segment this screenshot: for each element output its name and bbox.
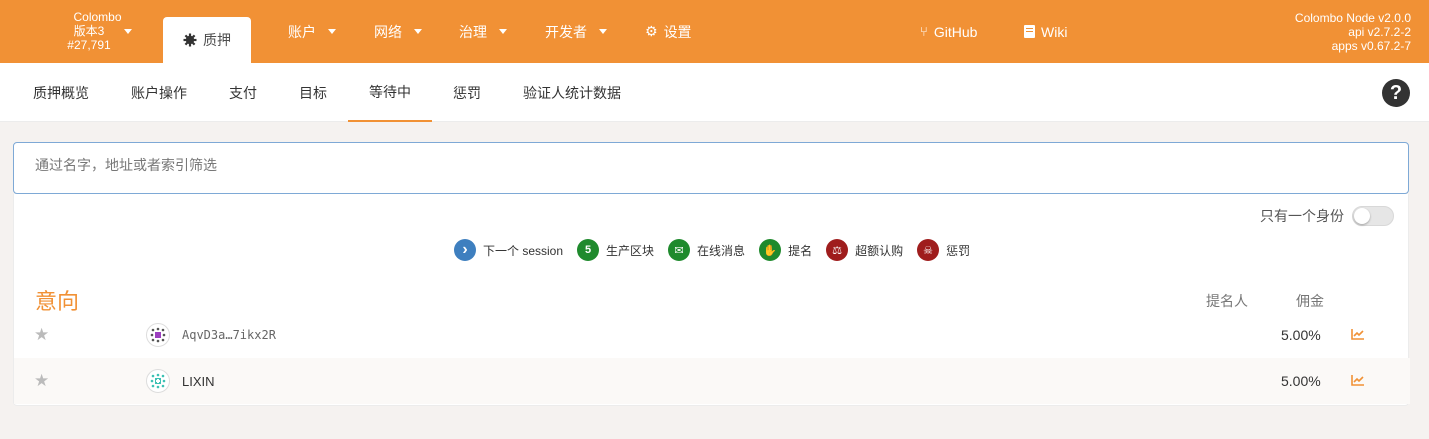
nav-settings-label: 设置 [663,23,692,40]
nav-developer-label: 开发者 [545,23,587,40]
legend-label: 在线消息 [697,243,746,258]
chain-name: Colombo [73,10,122,24]
book-icon [1024,25,1035,38]
chevron-right-icon: › [454,239,476,261]
chevron-down-icon [328,29,336,34]
nav-wiki[interactable]: Wiki [1024,0,1067,63]
chevron-down-icon [414,29,422,34]
top-navbar: Colombo 版本3 #27,791 质押 账户 网络 治理 开发者 ⚙ 设置… [0,0,1429,63]
legend-online-message: ✉ 在线消息 [668,239,745,261]
legend-slashed: ☠ 惩罚 [917,239,970,261]
chain-selector[interactable]: Colombo 版本3 #27,791 [55,10,135,52]
legend: › 下一个 session 5 生产区块 ✉ 在线消息 ✋ 提名 ⚖ 超额认购 … [454,239,984,261]
gear-icon [183,33,197,47]
legend-label: 提名 [788,243,813,258]
chevron-down-icon [599,29,607,34]
legend-label: 生产区块 [606,243,655,258]
column-header-nominators: 提名人 [1206,293,1248,309]
chart-line-icon[interactable] [1351,327,1365,343]
table-row[interactable]: ★ AqvD3a…7ikx2R 5.00% [14,312,1410,358]
chart-line-icon[interactable] [1351,373,1365,389]
commission-value: 5.00% [1281,327,1321,343]
apps-version: apps v0.67.2-7 [1331,39,1411,53]
filter-input[interactable]: 通过名字，地址或者索引筛选 [13,142,1409,194]
node-info: Colombo Node v2.0.0 api v2.7.2-2 apps v0… [1295,11,1411,53]
nav-network-label: 网络 [374,23,402,40]
nav-developer[interactable]: 开发者 [545,0,607,63]
tab-overview[interactable]: 质押概览 [17,63,105,122]
toggle-label: 只有一个身份 [1260,208,1344,224]
hand-icon: ✋ [759,239,782,261]
tab-targets[interactable]: 目标 [283,63,343,122]
nav-governance[interactable]: 治理 [459,0,507,63]
nav-accounts[interactable]: 账户 [288,0,336,63]
code-branch-icon: ⑂ [920,24,928,39]
nav-network[interactable]: 网络 [374,0,422,63]
identicon-icon [146,369,170,393]
tab-slashes[interactable]: 惩罚 [437,63,497,122]
chain-block-number: #27,791 [67,38,111,52]
tab-validator-stats[interactable]: 验证人统计数据 [507,63,637,122]
help-icon[interactable]: ? [1382,79,1410,107]
cogs-icon: ⚙ [645,23,658,39]
table-row[interactable]: ★ LIXIN 5.00% [14,358,1410,404]
staking-subtabs: 质押概览 账户操作 支付 目标 等待中 惩罚 验证人统计数据 ? [0,63,1429,122]
skull-icon: ☠ [917,239,940,261]
star-icon[interactable]: ★ [34,325,49,345]
nav-settings[interactable]: ⚙ 设置 [645,0,692,63]
legend-produced-blocks: 5 生产区块 [577,239,654,261]
nav-wiki-label: Wiki [1041,23,1068,40]
nav-github[interactable]: ⑂ GitHub [920,0,977,63]
validator-name[interactable]: LIXIN [182,374,215,389]
commission-value: 5.00% [1281,373,1321,389]
node-version: Colombo Node v2.0.0 [1294,11,1411,25]
nav-github-label: GitHub [933,23,978,40]
single-identity-toggle[interactable] [1352,206,1394,226]
filter-placeholder: 通过名字，地址或者索引筛选 [35,157,217,173]
scale-icon: ⚖ [826,239,849,261]
legend-oversubscribed: ⚖ 超额认购 [826,239,903,261]
nav-accounts-label: 账户 [288,23,316,40]
nav-governance-label: 治理 [459,23,487,40]
identicon-icon [146,323,170,347]
nav-staking[interactable]: 质押 [163,17,251,63]
chevron-down-icon [499,29,507,34]
count-badge-icon: 5 [577,239,600,261]
legend-label: 惩罚 [946,243,971,258]
legend-label: 超额认购 [855,243,904,258]
star-icon[interactable]: ★ [34,371,49,391]
tab-waiting[interactable]: 等待中 [348,63,432,122]
single-identity-toggle-row: 只有一个身份 [1260,206,1394,226]
waiting-panel: 只有一个身份 › 下一个 session 5 生产区块 ✉ 在线消息 ✋ 提名 … [13,194,1410,406]
tab-payouts[interactable]: 支付 [213,63,273,122]
nav-staking-label: 质押 [203,32,231,48]
envelope-icon: ✉ [668,239,691,261]
legend-next-session: › 下一个 session [454,239,563,261]
validator-address[interactable]: AqvD3a…7ikx2R [182,328,276,342]
legend-nominations: ✋ 提名 [759,239,812,261]
tab-account-actions[interactable]: 账户操作 [115,63,203,122]
legend-label: 下一个 session [483,243,564,258]
column-header-commission: 佣金 [1296,293,1324,309]
chevron-down-icon [124,29,132,34]
chain-version: 版本3 [73,24,105,38]
api-version: api v2.7.2-2 [1348,25,1411,39]
